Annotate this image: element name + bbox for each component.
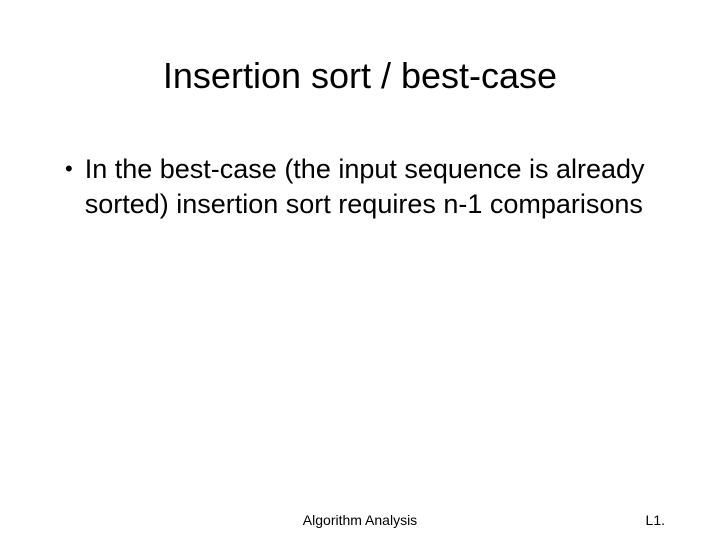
slide-title: Insertion sort / best-case (50, 55, 670, 97)
bullet-marker: • (65, 152, 73, 185)
slide-content: • In the best-case (the input sequence i… (50, 152, 670, 222)
bullet-item: • In the best-case (the input sequence i… (65, 152, 670, 222)
slide-container: Insertion sort / best-case • In the best… (0, 0, 720, 540)
footer-right-text: L1. (646, 512, 665, 528)
bullet-text: In the best-case (the input sequence is … (85, 152, 670, 222)
footer-center-text: Algorithm Analysis (303, 512, 417, 528)
